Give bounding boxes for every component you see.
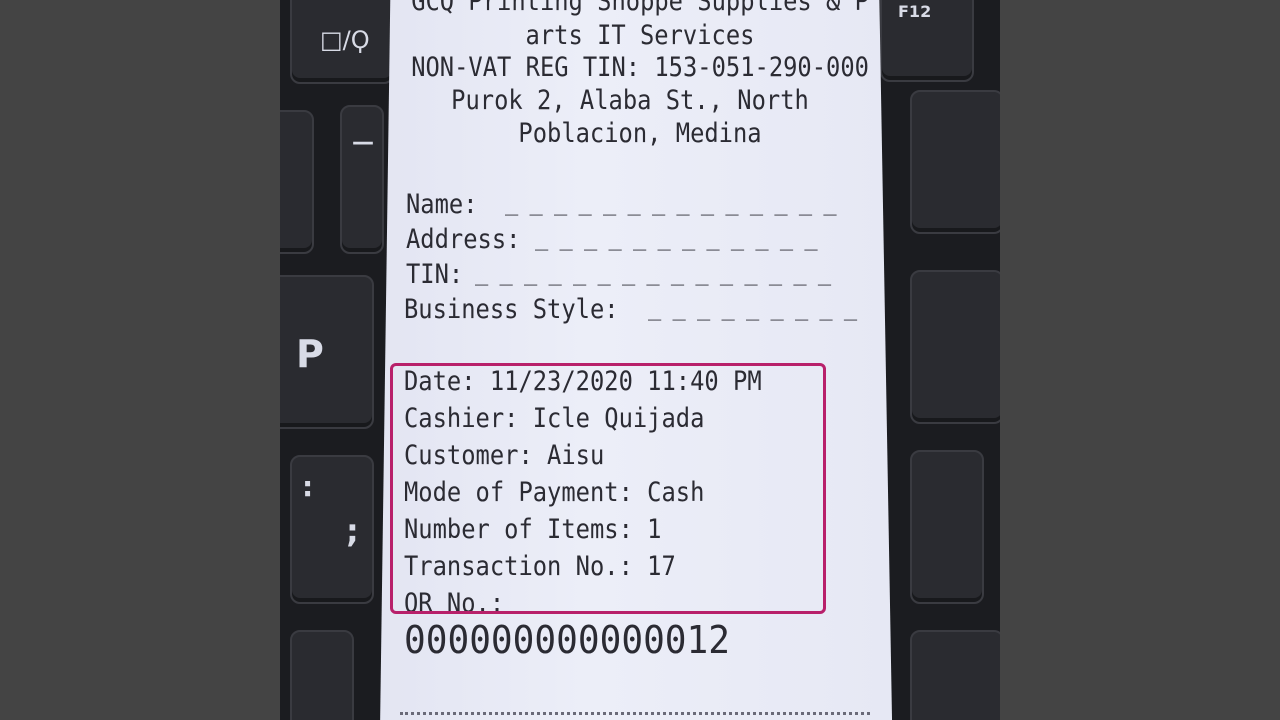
receipt-header-address-1: Purok 2, Alaba St., North: [451, 85, 809, 116]
keyboard-key: [340, 105, 384, 254]
highlight-box: [390, 363, 826, 614]
receipt-header-tin: NON-VAT REG TIN: 153-051-290-000: [411, 52, 869, 83]
form-name-blank: _ _ _ _ _ _ _ _ _ _ _ _ _ _: [505, 191, 837, 216]
key-label-dash: —: [352, 130, 374, 155]
key-label-f12: F12: [898, 2, 932, 21]
keyboard-key: [910, 450, 984, 604]
key-label-fragment: □/Ϙ: [320, 26, 370, 54]
form-address-blank: _ _ _ _ _ _ _ _ _ _ _ _: [535, 226, 818, 251]
keyboard-key: [910, 90, 1000, 234]
receipt-header-line-2: arts IT Services: [525, 20, 755, 51]
form-tin-label: TIN:: [406, 259, 464, 290]
keyboard-key: [290, 630, 354, 720]
receipt-bottom-divider: [400, 712, 870, 719]
form-address-label: Address:: [406, 224, 521, 255]
key-label-colon: :: [302, 470, 314, 503]
keyboard-key: [910, 630, 1000, 720]
key-label-semicolon: ;: [346, 512, 359, 550]
keyboard-key: [910, 270, 1000, 424]
keyboard-key: [280, 275, 374, 429]
form-business-style-blank: _ _ _ _ _ _ _ _ _: [648, 296, 857, 321]
keyboard-key: [280, 110, 314, 254]
receipt-header-address-2: Poblacion, Medina: [518, 118, 762, 149]
receipt-header-line-1: GCQ Printing Shoppe Supplies & P: [411, 0, 869, 17]
or-number: 000000000000012: [404, 618, 731, 662]
key-label-p: P: [296, 332, 324, 376]
form-business-style-label: Business Style:: [404, 294, 619, 325]
form-tin-blank: _ _ _ _ _ _ _ _ _ _ _ _ _ _ _: [475, 261, 831, 286]
form-name-label: Name:: [406, 189, 478, 220]
